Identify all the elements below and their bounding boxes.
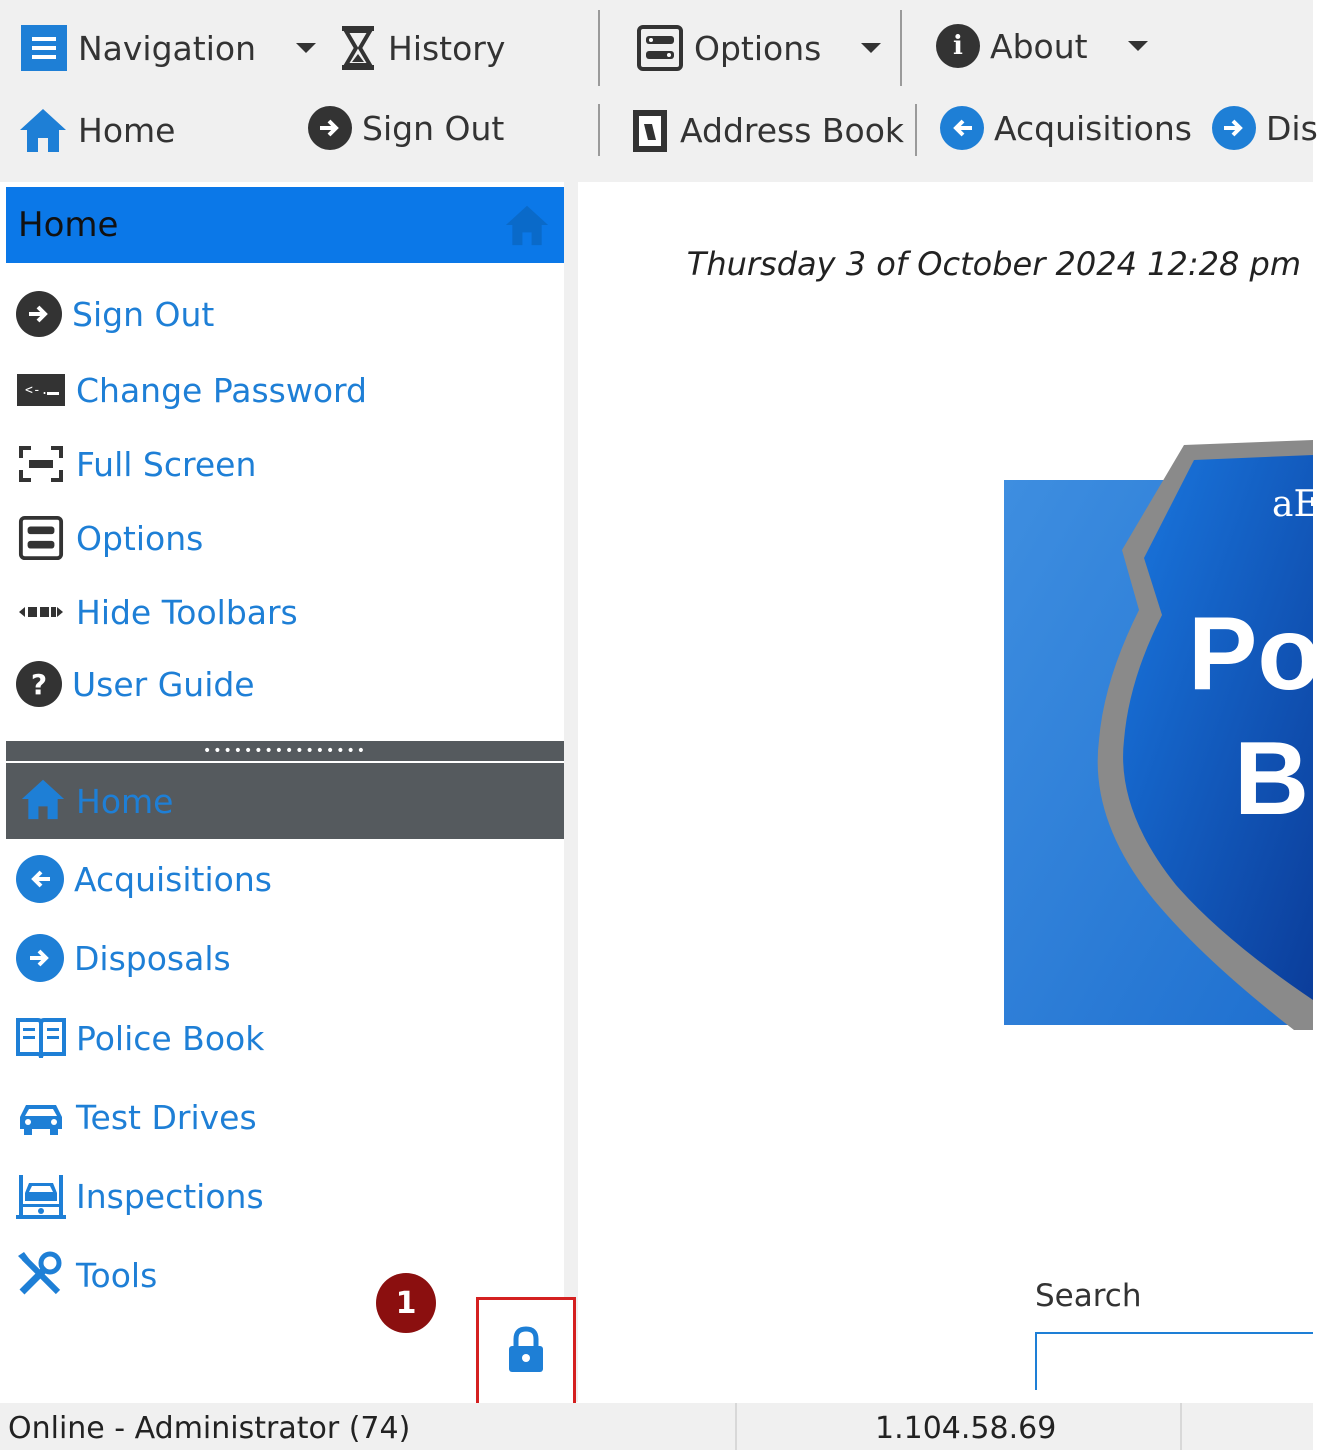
tools-icon: [16, 1250, 66, 1300]
current-datetime: Thursday 3 of October 2024 12:28 pm: [686, 245, 1301, 283]
disposals-icon: [16, 934, 64, 982]
chevron-down-icon[interactable]: [861, 43, 882, 53]
sidebar-item-tools[interactable]: Tools: [16, 1250, 157, 1300]
sidebar-item-user-guide[interactable]: ? User Guide: [16, 661, 255, 707]
sidebar-item-label: Inspections: [76, 1176, 264, 1216]
section-header-label: Home: [76, 781, 174, 821]
svg-text:<-.: <-.: [25, 383, 48, 398]
toolbar: Navigation History Options i About Home …: [0, 0, 1317, 182]
options-label: Options: [694, 28, 822, 68]
sidebar-item-options[interactable]: Options: [16, 513, 203, 563]
sidebar-item-sign-out[interactable]: Sign Out: [16, 291, 214, 337]
panel-divider[interactable]: [564, 182, 578, 1402]
sidebar-item-inspections[interactable]: Inspections: [16, 1171, 264, 1221]
status-divider: [735, 1403, 737, 1450]
car-icon: [16, 1092, 66, 1142]
chevron-down-icon[interactable]: [1127, 41, 1148, 51]
section-header-home[interactable]: Home: [6, 763, 564, 839]
status-divider: [1180, 1403, 1182, 1450]
sidebar-item-label: Hide Toolbars: [76, 592, 298, 632]
toolbar-divider: [598, 10, 600, 86]
acquisitions-icon: [16, 855, 64, 903]
address-book-button[interactable]: Address Book: [630, 106, 904, 154]
sidebar-header-label: Home: [18, 205, 119, 245]
sidebar-splitter[interactable]: ••••••••••••••••: [6, 741, 564, 761]
sign-out-icon: [308, 106, 352, 150]
sidebar-item-label: Tools: [76, 1255, 158, 1295]
about-label: About: [990, 26, 1088, 66]
logo-text-small: aE: [1272, 484, 1313, 525]
hourglass-icon: [338, 24, 378, 72]
options-icon: [636, 24, 684, 72]
status-ip: 1.104.58.69: [875, 1411, 1057, 1446]
home-icon: [18, 106, 68, 154]
sign-out-label: Sign Out: [362, 108, 505, 148]
disposals-button[interactable]: Dis: [1212, 106, 1317, 150]
full-screen-icon: [16, 439, 66, 489]
lift-icon: [16, 1171, 66, 1221]
disposals-label: Dis: [1266, 108, 1317, 148]
book-icon: [16, 1013, 66, 1063]
sidebar-item-label: Test Drives: [76, 1097, 257, 1137]
status-user: Online - Administrator (74): [8, 1411, 411, 1446]
info-icon: i: [936, 24, 980, 68]
sidebar-item-label: Sign Out: [72, 294, 215, 334]
acquisitions-label: Acquisitions: [994, 108, 1192, 148]
sign-out-button[interactable]: Sign Out: [308, 106, 504, 150]
hide-toolbars-icon: [16, 587, 66, 637]
status-bar: Online - Administrator (74) 1.104.58.69: [0, 1403, 1313, 1450]
history-label: History: [388, 28, 506, 68]
sidebar-item-full-screen[interactable]: Full Screen: [16, 439, 256, 489]
logo-text-line2: B: [1234, 721, 1310, 837]
sidebar-item-test-drives[interactable]: Test Drives: [16, 1092, 257, 1142]
address-book-label: Address Book: [680, 110, 905, 150]
disposals-icon: [1212, 106, 1256, 150]
chevron-down-icon[interactable]: [296, 43, 316, 53]
acquisitions-button[interactable]: Acquisitions: [940, 106, 1192, 150]
lock-button[interactable]: [476, 1297, 576, 1407]
options-menu[interactable]: Options: [636, 24, 882, 72]
home-icon: [20, 777, 66, 825]
annotation-badge: 1: [376, 1273, 436, 1333]
logo-text-line1: Po: [1188, 596, 1313, 712]
sidebar-item-police-book[interactable]: Police Book: [16, 1013, 264, 1063]
lock-icon: [506, 1326, 546, 1378]
sidebar-item-label: Full Screen: [76, 444, 257, 484]
options-icon: [16, 513, 66, 563]
sidebar-item-acquisitions[interactable]: Acquisitions: [16, 855, 272, 903]
toolbar-divider: [915, 104, 917, 156]
toolbar-divider: [598, 104, 600, 156]
police-book-logo: aE Po B: [1004, 440, 1313, 1030]
acquisitions-icon: [940, 106, 984, 150]
sign-out-icon: [16, 291, 62, 337]
password-icon: <-.: [16, 365, 66, 415]
sidebar-item-label: Change Password: [76, 370, 367, 410]
sidebar: Home Sign Out <-. Change Password Full S…: [6, 185, 564, 1400]
navigation-menu[interactable]: Navigation: [20, 24, 316, 72]
home-label: Home: [78, 110, 176, 150]
sidebar-item-disposals[interactable]: Disposals: [16, 934, 231, 982]
address-book-icon: [630, 106, 670, 154]
search-label: Search: [1035, 1278, 1142, 1314]
navigation-label: Navigation: [78, 28, 256, 68]
sidebar-item-label: User Guide: [72, 664, 255, 704]
sidebar-item-label: Police Book: [76, 1018, 265, 1058]
sidebar-item-change-password[interactable]: <-. Change Password: [16, 365, 367, 415]
menu-icon: [20, 24, 68, 72]
search-input[interactable]: [1035, 1332, 1313, 1390]
sidebar-item-label: Options: [76, 518, 204, 558]
sidebar-item-hide-toolbars[interactable]: Hide Toolbars: [16, 587, 298, 637]
sidebar-item-label: Disposals: [74, 938, 231, 978]
about-menu[interactable]: i About: [936, 24, 1148, 68]
home-icon: [504, 203, 550, 251]
sidebar-item-label: Acquisitions: [74, 859, 272, 899]
home-button[interactable]: Home: [18, 106, 175, 154]
grip-dots: ••••••••••••••••: [202, 743, 368, 759]
history-button[interactable]: History: [338, 24, 505, 72]
help-icon: ?: [16, 661, 62, 707]
toolbar-divider: [900, 10, 902, 86]
sidebar-header[interactable]: Home: [6, 187, 564, 263]
